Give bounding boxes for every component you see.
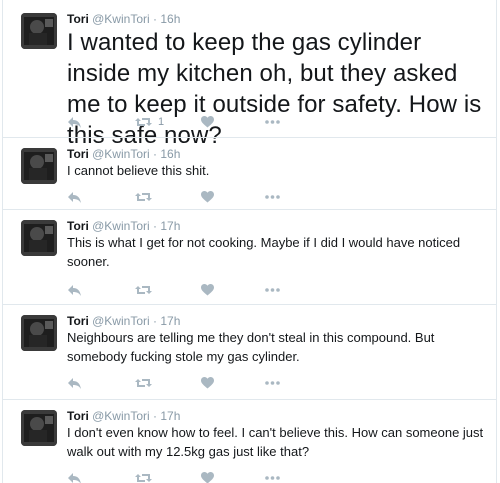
reply-button[interactable] [67, 114, 82, 130]
tweet-actions [67, 375, 297, 391]
reply-button[interactable] [67, 375, 82, 391]
separator-dot: · [153, 219, 157, 233]
more-icon [265, 476, 280, 480]
heart-icon [201, 191, 214, 203]
timestamp[interactable]: 17h [160, 409, 180, 423]
more-icon [265, 381, 280, 385]
avatar-image [21, 13, 57, 49]
tweet-text: This is what I get for not cooking. Mayb… [67, 235, 461, 269]
tweet-text: I wanted to keep the gas cylinder inside… [67, 29, 482, 149]
avatar-image [21, 148, 57, 184]
heart-icon [201, 284, 214, 296]
retweet-icon [135, 474, 152, 482]
more-button[interactable] [265, 282, 280, 298]
more-button[interactable] [265, 375, 280, 391]
tweet-actions: 1 [67, 114, 297, 130]
avatar-image [21, 315, 57, 351]
retweet-count: 1 [158, 116, 165, 128]
like-button[interactable] [201, 189, 214, 205]
more-button[interactable] [265, 470, 280, 483]
timeline: Tori @KwinTori · 16h I wanted to keep th… [2, 0, 497, 483]
avatar[interactable] [21, 315, 57, 351]
tweet-header: Tori @KwinTori · 17h [67, 314, 180, 328]
display-name[interactable]: Tori [67, 409, 89, 423]
like-button[interactable] [201, 375, 214, 391]
retweet-button[interactable]: 1 [135, 114, 164, 130]
username[interactable]: @KwinTori [92, 409, 150, 423]
reply-icon [68, 377, 81, 389]
display-name[interactable]: Tori [67, 314, 89, 328]
retweet-icon [135, 118, 152, 126]
separator-dot: · [153, 147, 157, 161]
tweet-actions [67, 470, 297, 483]
avatar[interactable] [21, 220, 57, 256]
tweet-actions [67, 282, 297, 298]
display-name[interactable]: Tori [67, 12, 89, 26]
tweet-header: Tori @KwinTori · 16h [67, 12, 180, 26]
tweet[interactable]: Tori @KwinTori · 17h Neighbours are tell… [3, 305, 496, 399]
reply-icon [68, 284, 81, 296]
retweet-button[interactable] [135, 282, 152, 298]
separator-dot: · [153, 12, 157, 26]
tweet[interactable]: Tori @KwinTori · 16h I wanted to keep th… [3, 0, 496, 149]
tweet-header: Tori @KwinTori · 17h [67, 409, 180, 423]
username[interactable]: @KwinTori [92, 219, 150, 233]
avatar[interactable] [21, 148, 57, 184]
display-name[interactable]: Tori [67, 219, 89, 233]
reply-icon [68, 116, 81, 128]
tweet-header: Tori @KwinTori · 16h [67, 147, 180, 161]
heart-icon [201, 116, 214, 128]
retweet-icon [135, 286, 152, 294]
tweet[interactable]: Tori @KwinTori · 17h I don't even know h… [3, 400, 496, 483]
heart-icon [201, 472, 214, 483]
retweet-icon [135, 379, 152, 387]
heart-icon [201, 377, 214, 389]
like-button[interactable] [201, 114, 214, 130]
retweet-button[interactable] [135, 375, 152, 391]
timestamp[interactable]: 16h [160, 12, 180, 26]
like-button[interactable] [201, 282, 214, 298]
tweet[interactable]: Tori @KwinTori · 16h I cannot believe th… [3, 138, 496, 209]
like-button[interactable] [201, 470, 214, 483]
reply-icon [68, 472, 81, 483]
retweet-icon [135, 193, 152, 201]
timestamp[interactable]: 16h [160, 147, 180, 161]
username[interactable]: @KwinTori [92, 147, 150, 161]
more-icon [265, 288, 280, 292]
tweet-text: Neighbours are telling me they don't ste… [67, 330, 435, 364]
retweet-button[interactable] [135, 189, 152, 205]
separator-dot: · [153, 314, 157, 328]
more-icon [265, 195, 280, 199]
reply-icon [68, 191, 81, 203]
more-button[interactable] [265, 189, 280, 205]
more-button[interactable] [265, 114, 280, 130]
display-name[interactable]: Tori [67, 147, 89, 161]
avatar[interactable] [21, 13, 57, 49]
separator-dot: · [153, 409, 157, 423]
timestamp[interactable]: 17h [160, 314, 180, 328]
tweet-actions [67, 189, 297, 205]
tweet-header: Tori @KwinTori · 17h [67, 219, 180, 233]
tweet-text: I don't even know how to feel. I can't b… [67, 425, 484, 459]
username[interactable]: @KwinTori [92, 314, 150, 328]
timestamp[interactable]: 17h [160, 219, 180, 233]
avatar[interactable] [21, 410, 57, 446]
retweet-button[interactable] [135, 470, 152, 483]
avatar-image [21, 410, 57, 446]
username[interactable]: @KwinTori [92, 12, 150, 26]
more-icon [265, 120, 280, 124]
reply-button[interactable] [67, 189, 82, 205]
tweet-text: I cannot believe this shit. [67, 163, 210, 178]
reply-button[interactable] [67, 470, 82, 483]
tweet[interactable]: Tori @KwinTori · 17h This is what I get … [3, 210, 496, 304]
reply-button[interactable] [67, 282, 82, 298]
avatar-image [21, 220, 57, 256]
